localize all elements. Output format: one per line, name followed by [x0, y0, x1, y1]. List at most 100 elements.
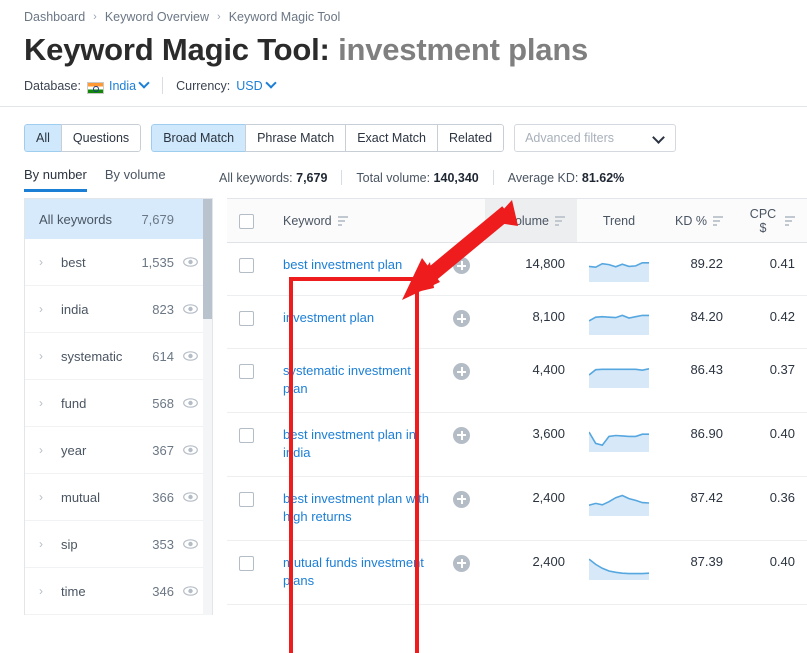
table-row[interactable]: investment plan 8,100 84.20 0.42 — [227, 295, 807, 349]
row-select-cell[interactable] — [227, 348, 271, 413]
eye-icon[interactable] — [183, 490, 198, 505]
chevron-right-icon[interactable]: › — [39, 302, 51, 316]
column-header-keyword[interactable]: Keyword — [271, 198, 441, 243]
kd-cell: 87.42 — [661, 476, 735, 541]
sidebar-item-time[interactable]: › time 346 — [25, 568, 212, 615]
sidebar-item-count: 353 — [152, 536, 174, 552]
eye-icon[interactable] — [183, 349, 198, 364]
eye-icon[interactable] — [183, 443, 198, 458]
chevron-right-icon[interactable]: › — [39, 490, 51, 504]
breadcrumb-item-keyword-overview[interactable]: Keyword Overview — [105, 10, 209, 24]
add-keyword-cell[interactable] — [441, 540, 485, 605]
sidebar-item-label: All keywords — [39, 211, 112, 227]
keyword-type-group: All Questions — [24, 124, 142, 152]
table-row[interactable]: best investment plan with high returns 2,… — [227, 476, 807, 541]
column-header-volume[interactable]: Volume — [485, 198, 577, 243]
add-keyword-button[interactable] — [453, 363, 470, 380]
add-keyword-cell[interactable] — [441, 412, 485, 477]
row-select-cell[interactable] — [227, 242, 271, 296]
chevron-right-icon[interactable]: › — [39, 537, 51, 551]
sidebar-scrollbar[interactable] — [203, 199, 212, 615]
row-checkbox[interactable] — [239, 491, 254, 507]
row-checkbox[interactable] — [239, 311, 254, 326]
filter-button-broad-match[interactable]: Broad Match — [151, 124, 246, 152]
chevron-right-icon[interactable]: › — [39, 584, 51, 598]
row-select-cell[interactable] — [227, 412, 271, 477]
column-header-cpc[interactable]: CPC $ — [735, 198, 807, 243]
sidebar-item-year[interactable]: › year 367 — [25, 427, 212, 474]
keyword-magic-tool-page: Dashboard › Keyword Overview › Keyword M… — [0, 0, 807, 653]
sidebar-item-label: fund — [61, 395, 87, 411]
add-keyword-button[interactable] — [453, 310, 470, 327]
chevron-down-icon[interactable] — [267, 79, 276, 88]
filter-button-exact-match[interactable]: Exact Match — [345, 124, 437, 152]
add-keyword-cell[interactable] — [441, 242, 485, 296]
table-body: best investment plan 14,800 89.22 0.41 inves… — [227, 242, 807, 605]
keywords-table: Keyword Volume Trend KD % CPC $ best inv… — [227, 198, 807, 605]
keyword-link[interactable]: best investment plan with high returns — [283, 490, 429, 527]
chevron-right-icon[interactable]: › — [39, 396, 51, 410]
column-header-select-all[interactable] — [227, 198, 271, 243]
sidebar-item-india[interactable]: › india 823 — [25, 286, 212, 333]
chevron-right-icon[interactable]: › — [39, 255, 51, 269]
sidebar-item-sip[interactable]: › sip 353 — [25, 521, 212, 568]
sort-icon[interactable] — [785, 215, 795, 226]
eye-icon[interactable] — [183, 302, 198, 317]
sort-icon[interactable] — [713, 215, 723, 226]
sidebar-item-mutual[interactable]: › mutual 366 — [25, 474, 212, 521]
chevron-down-icon[interactable] — [140, 79, 149, 88]
filter-button-related[interactable]: Related — [436, 124, 505, 152]
sort-icon[interactable] — [337, 215, 348, 226]
keyword-link[interactable]: investment plan — [283, 309, 429, 327]
eye-icon[interactable] — [183, 584, 198, 599]
add-keyword-button[interactable] — [453, 554, 470, 572]
advanced-filters-dropdown[interactable]: Advanced filters — [514, 124, 677, 152]
keyword-link[interactable]: best investment plan in india — [283, 426, 429, 463]
sidebar-item-best[interactable]: › best 1,535 — [25, 239, 212, 286]
breadcrumb-item-keyword-magic-tool[interactable]: Keyword Magic Tool — [229, 10, 341, 24]
row-checkbox[interactable] — [239, 555, 254, 571]
sidebar-item-systematic[interactable]: › systematic 614 — [25, 333, 212, 380]
add-keyword-cell[interactable] — [441, 295, 485, 349]
currency-value[interactable]: USD — [236, 79, 262, 93]
add-keyword-button[interactable] — [453, 257, 470, 274]
currency-label: Currency: — [176, 78, 231, 93]
row-checkbox[interactable] — [239, 258, 254, 273]
filter-button-questions[interactable]: Questions — [60, 124, 142, 152]
chevron-right-icon[interactable]: › — [39, 443, 51, 457]
row-checkbox[interactable] — [239, 364, 254, 379]
keyword-link[interactable]: mutual funds investment plans — [283, 554, 429, 591]
table-row[interactable]: best investment plan in india 3,600 86.90 0… — [227, 412, 807, 477]
filter-button-all[interactable]: All — [24, 124, 61, 152]
row-select-cell[interactable] — [227, 295, 271, 349]
trend-cell — [577, 242, 661, 296]
sidebar-scrollbar-thumb[interactable] — [203, 199, 212, 319]
table-row[interactable]: best investment plan 14,800 89.22 0.41 — [227, 242, 807, 296]
database-value[interactable]: India — [109, 79, 136, 93]
add-keyword-button[interactable] — [453, 426, 470, 444]
keyword-link[interactable]: best investment plan — [283, 256, 429, 274]
content-area: All keywords 7,679 › best 1,535 › india 823 › s… — [0, 198, 807, 615]
tab-by-number[interactable]: By number — [24, 167, 87, 192]
tab-by-volume[interactable]: By volume — [105, 167, 166, 192]
eye-icon[interactable] — [183, 396, 198, 411]
keyword-link[interactable]: systematic investment plan — [283, 362, 429, 399]
select-all-checkbox[interactable] — [239, 214, 254, 229]
table-row[interactable]: systematic investment plan 4,400 86.43 0.37 — [227, 348, 807, 413]
eye-icon[interactable] — [183, 255, 198, 270]
filter-button-phrase-match[interactable]: Phrase Match — [245, 124, 346, 152]
eye-icon[interactable] — [183, 537, 198, 552]
add-keyword-button[interactable] — [453, 490, 470, 508]
row-select-cell[interactable] — [227, 476, 271, 541]
sidebar-item-fund[interactable]: › fund 568 — [25, 380, 212, 427]
row-select-cell[interactable] — [227, 540, 271, 605]
sidebar-item-all-keywords[interactable]: All keywords 7,679 — [25, 199, 212, 239]
add-keyword-cell[interactable] — [441, 476, 485, 541]
sort-icon[interactable] — [555, 215, 565, 226]
row-checkbox[interactable] — [239, 427, 254, 443]
add-keyword-cell[interactable] — [441, 348, 485, 413]
chevron-right-icon[interactable]: › — [39, 349, 51, 363]
table-row[interactable]: mutual funds investment plans 2,400 87.39 0… — [227, 540, 807, 605]
breadcrumb-item-dashboard[interactable]: Dashboard — [24, 10, 85, 24]
column-header-kd[interactable]: KD % — [661, 198, 735, 243]
